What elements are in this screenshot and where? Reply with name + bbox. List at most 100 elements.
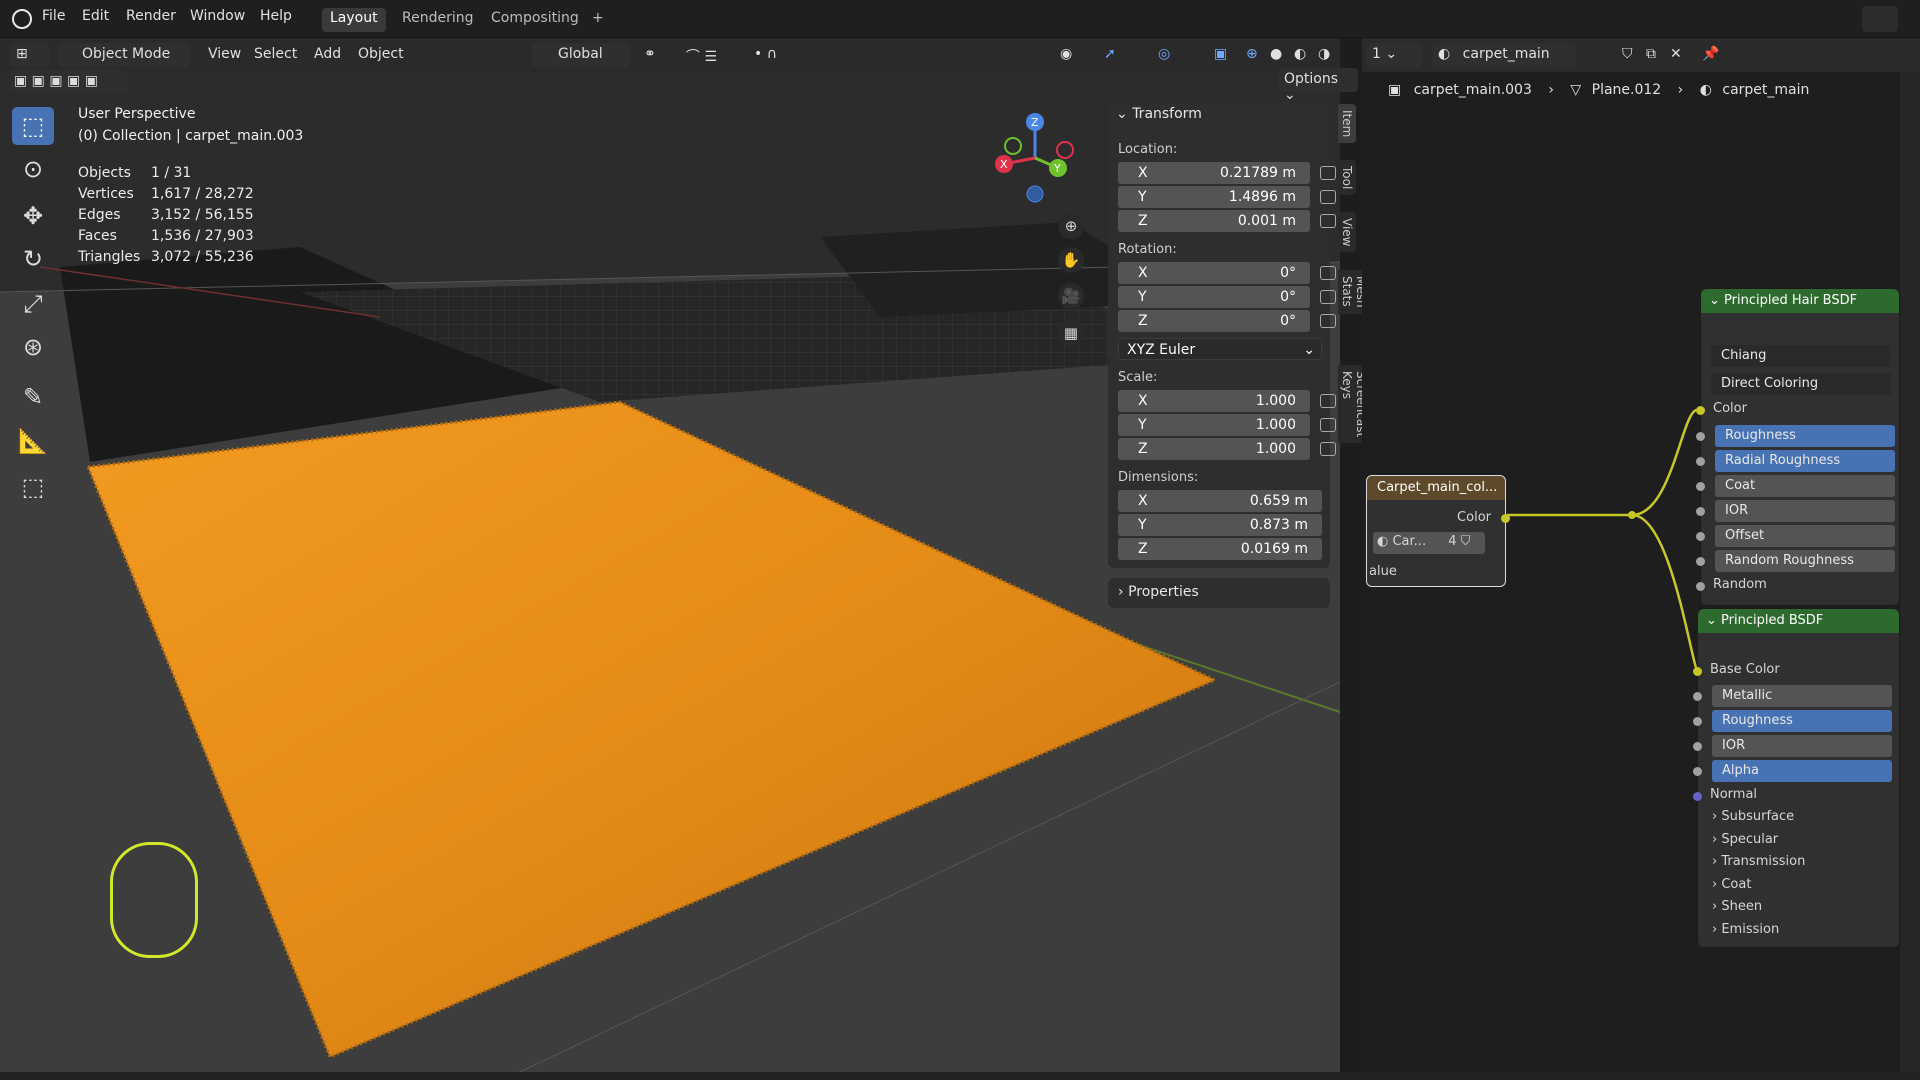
- snap-icon[interactable]: ⌒ ☰: [680, 43, 730, 67]
- tab-view[interactable]: View: [1338, 212, 1356, 253]
- radial-roughness-input[interactable]: Radial Roughness: [1715, 450, 1895, 472]
- menu-file[interactable]: File: [42, 8, 65, 24]
- principled-hair-bsdf-node[interactable]: ⌄ Principled Hair BSDF Chiang Direct Col…: [1696, 288, 1900, 606]
- visibility-icon[interactable]: ◉: [1054, 43, 1090, 67]
- dimensions-z-field[interactable]: Z 0.0169 m: [1118, 538, 1322, 560]
- shading-solid-icon[interactable]: ●: [1264, 43, 1288, 67]
- panel-subsurface[interactable]: › Subsurface: [1712, 809, 1794, 824]
- transform-section-header[interactable]: ⌄ Transform: [1116, 106, 1202, 122]
- location-x-field[interactable]: X 0.21789 m: [1118, 162, 1310, 184]
- workspace-tab-rendering[interactable]: Rendering: [394, 8, 482, 32]
- lock-icon[interactable]: [1320, 314, 1336, 328]
- add-cube-tool-icon[interactable]: ⬚: [12, 468, 54, 506]
- menu-render[interactable]: Render: [126, 8, 176, 24]
- menu-edit[interactable]: Edit: [82, 8, 109, 24]
- image-texture-node[interactable]: Carpet_main_col... Color ◐ Car... 4 ⛉ al…: [1366, 475, 1510, 587]
- dimensions-x-field[interactable]: X 0.659 m: [1118, 490, 1322, 512]
- mode-dropdown[interactable]: Object Mode ⌄: [58, 43, 190, 78]
- camera-view-icon[interactable]: 🎥: [1058, 283, 1084, 309]
- options-dropdown[interactable]: Options ⌄: [1278, 68, 1358, 103]
- offset-input[interactable]: Offset: [1715, 525, 1895, 547]
- menu-object[interactable]: Object: [352, 43, 410, 67]
- input-socket[interactable]: [1696, 507, 1705, 516]
- random-roughness-input[interactable]: Random Roughness: [1715, 550, 1895, 572]
- tab-item[interactable]: Item: [1338, 104, 1356, 144]
- select-mode-buttons[interactable]: ▣ ▣ ▣ ▣ ▣: [10, 70, 128, 92]
- pin-icon[interactable]: 📌: [1696, 43, 1720, 67]
- roughness-input[interactable]: Roughness: [1715, 425, 1895, 447]
- output-color-socket[interactable]: [1501, 514, 1510, 523]
- properties-header[interactable]: › Properties: [1118, 584, 1199, 600]
- input-socket[interactable]: [1696, 457, 1705, 466]
- scale-x-field[interactable]: X 1.000: [1118, 390, 1310, 412]
- input-socket[interactable]: [1696, 582, 1705, 591]
- input-socket[interactable]: [1696, 557, 1705, 566]
- rotation-mode-dropdown[interactable]: XYZ Euler ⌄: [1118, 338, 1322, 360]
- image-selector[interactable]: ◐ Car... 4 ⛉: [1373, 532, 1485, 554]
- input-socket[interactable]: [1696, 482, 1705, 491]
- scale-y-field[interactable]: Y 1.000: [1118, 414, 1310, 436]
- add-workspace-button[interactable]: +: [584, 8, 612, 32]
- input-socket[interactable]: [1693, 692, 1702, 701]
- panel-emission[interactable]: › Emission: [1712, 922, 1779, 937]
- input-socket[interactable]: [1696, 432, 1705, 441]
- lock-icon[interactable]: [1320, 394, 1336, 408]
- scale-tool-icon[interactable]: ⤢: [12, 285, 54, 323]
- perspective-grid-icon[interactable]: ▦: [1058, 320, 1084, 346]
- gizmo-toggle-icon[interactable]: ➚: [1098, 43, 1134, 67]
- rotation-x-field[interactable]: X 0°: [1118, 262, 1310, 284]
- measure-tool-icon[interactable]: 📐: [12, 422, 54, 460]
- select-box-tool-icon[interactable]: ⬚: [12, 107, 54, 145]
- input-socket[interactable]: [1693, 742, 1702, 751]
- ior-input[interactable]: IOR: [1715, 500, 1895, 522]
- menu-view[interactable]: View: [202, 43, 247, 67]
- panel-coat[interactable]: › Coat: [1712, 877, 1751, 892]
- tab-tool[interactable]: Tool: [1338, 160, 1356, 196]
- workspace-tab-layout[interactable]: Layout: [322, 8, 386, 32]
- roughness-input[interactable]: Roughness: [1712, 710, 1892, 732]
- panel-transmission[interactable]: › Transmission: [1712, 854, 1805, 869]
- pan-hand-icon[interactable]: ✋: [1058, 247, 1084, 273]
- menu-window[interactable]: Window: [190, 8, 245, 24]
- menu-add[interactable]: Add: [308, 43, 347, 67]
- proportional-edit-icon[interactable]: • ∩: [748, 43, 808, 67]
- shading-rendered-icon[interactable]: ◑: [1312, 43, 1336, 67]
- input-socket[interactable]: [1693, 717, 1702, 726]
- shading-wireframe-icon[interactable]: ⊕: [1240, 43, 1264, 67]
- location-z-field[interactable]: Z 0.001 m: [1118, 210, 1310, 232]
- node-header[interactable]: ⌄ Principled BSDF: [1698, 609, 1899, 633]
- workspace-tab-compositing[interactable]: Compositing: [483, 8, 587, 32]
- lock-icon[interactable]: [1320, 266, 1336, 280]
- move-tool-icon[interactable]: ✥: [12, 197, 54, 235]
- blender-logo-icon[interactable]: [12, 9, 32, 29]
- alpha-input[interactable]: Alpha: [1712, 760, 1892, 782]
- normal-socket[interactable]: [1693, 792, 1702, 801]
- color-socket[interactable]: [1696, 406, 1705, 415]
- coat-input[interactable]: Coat: [1715, 475, 1895, 497]
- lock-icon[interactable]: [1320, 442, 1336, 456]
- lock-icon[interactable]: [1320, 418, 1336, 432]
- base-color-socket[interactable]: [1693, 667, 1702, 676]
- menu-select[interactable]: Select: [248, 43, 303, 67]
- cursor-tool-icon[interactable]: ⊙: [12, 150, 54, 188]
- rotation-y-field[interactable]: Y 0°: [1118, 286, 1310, 308]
- parametrization-dropdown[interactable]: Direct Coloring: [1711, 373, 1891, 395]
- scale-z-field[interactable]: Z 1.000: [1118, 438, 1310, 460]
- fake-user-icon[interactable]: ⛉: [1616, 43, 1638, 67]
- material-dropdown[interactable]: ◐ carpet_main: [1432, 43, 1576, 67]
- properties-section[interactable]: › Properties: [1108, 578, 1330, 608]
- editor-type-dropdown[interactable]: ⊞: [10, 43, 50, 67]
- xray-icon[interactable]: ▣: [1208, 43, 1234, 67]
- lock-icon[interactable]: [1320, 290, 1336, 304]
- dimensions-y-field[interactable]: Y 0.873 m: [1118, 514, 1322, 536]
- node-header[interactable]: ⌄ Principled Hair BSDF: [1701, 289, 1899, 313]
- zoom-icon[interactable]: ⊕: [1058, 213, 1084, 239]
- node-header[interactable]: Carpet_main_col...: [1367, 476, 1505, 500]
- panel-specular[interactable]: › Specular: [1712, 832, 1778, 847]
- menu-help[interactable]: Help: [260, 8, 292, 24]
- rotation-z-field[interactable]: Z 0°: [1118, 310, 1310, 332]
- lock-icon[interactable]: [1320, 214, 1336, 228]
- annotate-tool-icon[interactable]: ✎: [12, 378, 54, 416]
- orientation-dropdown[interactable]: Global: [532, 43, 630, 67]
- panel-sheen[interactable]: › Sheen: [1712, 899, 1762, 914]
